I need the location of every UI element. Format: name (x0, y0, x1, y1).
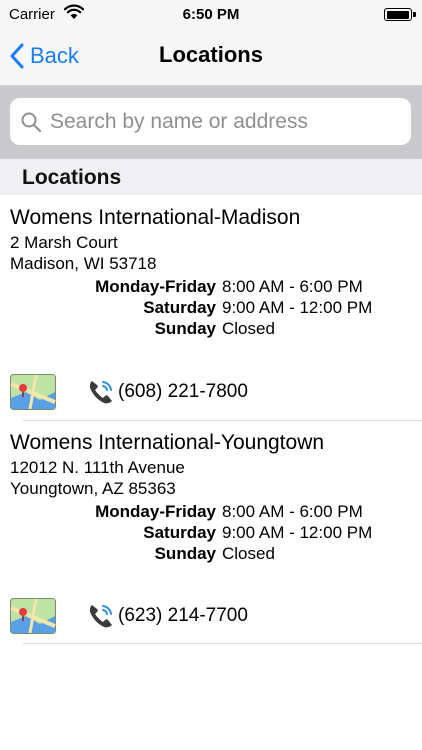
page-title: Locations (159, 42, 263, 67)
battery-icon (384, 8, 412, 21)
battery-fill (386, 10, 409, 19)
phone-icon (89, 605, 112, 628)
search-input[interactable] (50, 109, 390, 134)
hours-day: Saturday (143, 523, 216, 542)
hours-time: 8:00 AM - 6:00 PM (222, 502, 363, 521)
section-title: Locations (22, 166, 122, 189)
hours-row: Monday-Friday 8:00 AM - 6:00 PM (0, 502, 422, 524)
hours-day: Monday-Friday (95, 277, 216, 296)
navigation-bar: Back Locations (0, 30, 422, 86)
status-bar: Carrier 6:50 PM (0, 0, 422, 30)
hours-time: 8:00 AM - 6:00 PM (222, 277, 363, 296)
divider (22, 643, 422, 644)
phone-number: (623) 214-7700 (118, 605, 248, 626)
search-icon (21, 112, 42, 132)
hours-row: Monday-Friday 8:00 AM - 6:00 PM (0, 277, 422, 299)
map-icon[interactable] (10, 598, 56, 634)
hours-row: Saturday 9:00 AM - 12:00 PM (0, 523, 422, 545)
hours-row: Sunday Closed (0, 544, 422, 566)
phone-icon (89, 381, 112, 404)
hours-time: Closed (222, 319, 275, 338)
phone-link[interactable]: (608) 221-7800 (86, 376, 248, 408)
search-bar (0, 86, 422, 159)
hours-time: Closed (222, 544, 275, 563)
hours-time: 9:00 AM - 12:00 PM (222, 523, 373, 542)
hours-day: Sunday (154, 319, 216, 338)
address-line-2: Youngtown, AZ 85363 (10, 479, 176, 498)
section-header: Locations (0, 159, 422, 195)
phone-number: (608) 221-7800 (118, 381, 248, 402)
hours-row: Sunday Closed (0, 319, 422, 341)
map-icon[interactable] (10, 374, 56, 410)
hours-day: Monday-Friday (95, 502, 216, 521)
hours-row: Saturday 9:00 AM - 12:00 PM (0, 298, 422, 320)
battery-cap (413, 12, 416, 17)
location-item[interactable]: Womens International-Madison 2 Marsh Cou… (0, 206, 422, 421)
address-line-1: 2 Marsh Court (10, 233, 118, 252)
hours-day: Saturday (143, 298, 216, 317)
search-field[interactable] (10, 98, 411, 145)
address-line-1: 12012 N. 111th Avenue (10, 458, 185, 477)
divider (22, 420, 422, 421)
hours-day: Sunday (154, 544, 216, 563)
location-name: Womens International-Madison (10, 206, 301, 229)
status-time: 6:50 PM (182, 6, 240, 23)
hours-time: 9:00 AM - 12:00 PM (222, 298, 373, 317)
location-item[interactable]: Womens International-Youngtown 12012 N. … (0, 431, 422, 646)
location-name: Womens International-Youngtown (10, 431, 325, 454)
address-line-2: Madison, WI 53718 (10, 254, 157, 273)
phone-link[interactable]: (623) 214-7700 (86, 600, 248, 632)
